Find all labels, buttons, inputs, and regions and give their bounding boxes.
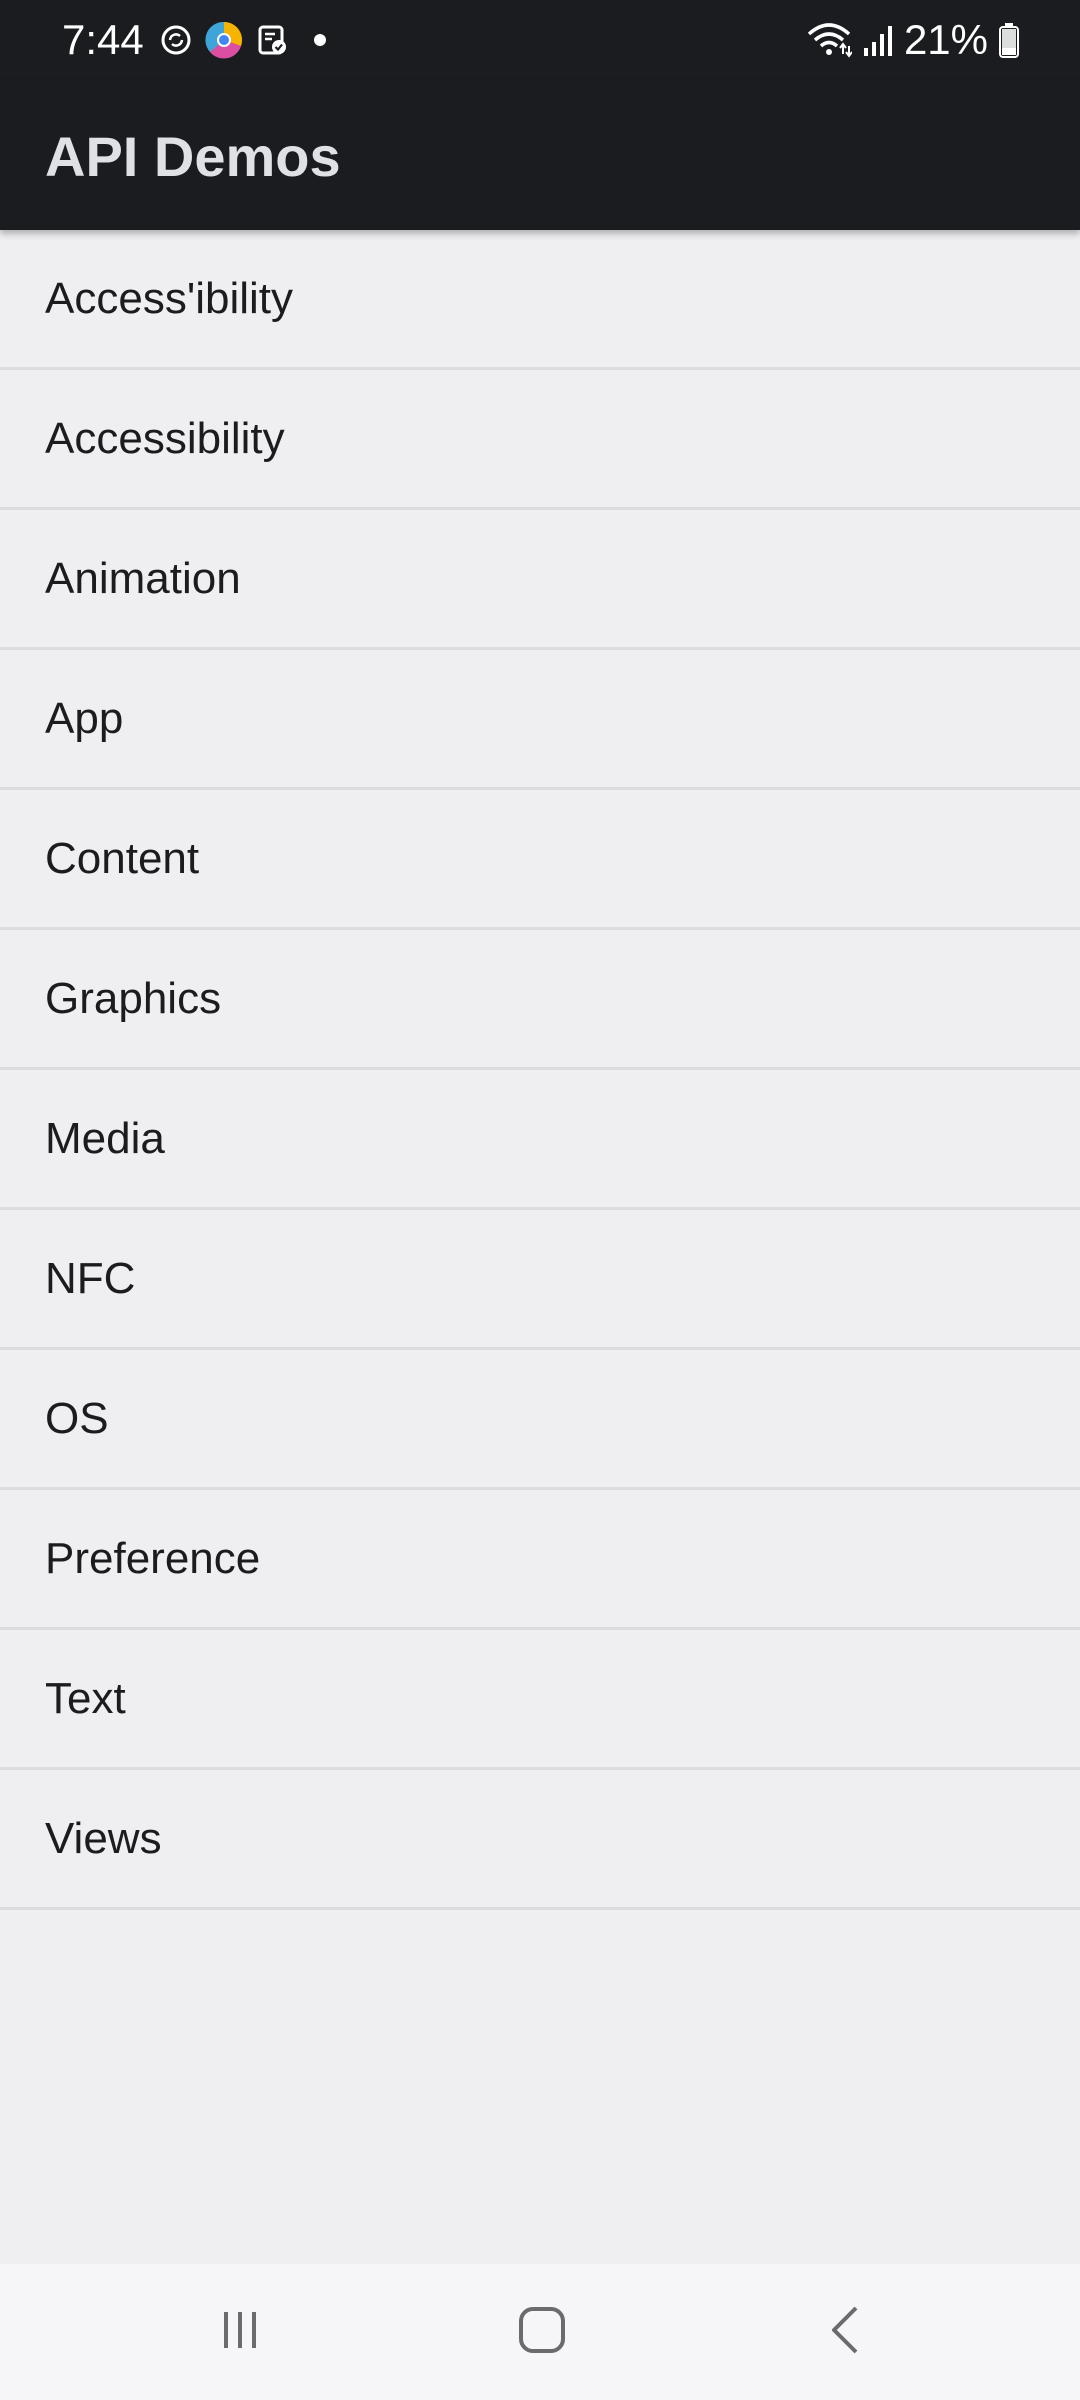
list-item-accessibility[interactable]: Accessibility [0,370,1080,510]
battery-icon [998,22,1020,58]
list-item-content[interactable]: Content [0,790,1080,930]
recents-icon [216,2306,264,2359]
back-icon [822,2304,870,2361]
system-status: 21% [806,12,1020,68]
status-time: 7:44 [62,16,144,63]
list-item-nfc[interactable]: NFC [0,1210,1080,1350]
notification-icons [156,18,340,62]
clipboard-check-icon [252,20,292,60]
demo-category-list: Access'ibility Accessibility Animation A… [0,230,1080,1910]
navigation-bar [0,2264,1080,2400]
chrome-icon [204,20,244,60]
list-item-accessibility-alt[interactable]: Access'ibility [0,230,1080,370]
sync-icon [156,20,196,60]
recents-button[interactable] [200,2302,280,2362]
list-item-media[interactable]: Media [0,1070,1080,1210]
signal-icon [862,22,894,58]
list-item-animation[interactable]: Animation [0,510,1080,650]
battery-percentage: 21% [903,16,988,63]
list-item-graphics[interactable]: Graphics [0,930,1080,1070]
list-item-os[interactable]: OS [0,1350,1080,1490]
list-item-preference[interactable]: Preference [0,1490,1080,1630]
home-icon [516,2304,568,2361]
list-item-views[interactable]: Views [0,1770,1080,1910]
app-title: API Demos [45,125,341,188]
back-button[interactable] [806,2302,886,2362]
list-item-app[interactable]: App [0,650,1080,790]
home-button[interactable] [502,2302,582,2362]
notification-dot-icon [300,20,340,60]
status-bar: 7:44 21% [0,0,1080,80]
list-item-text[interactable]: Text [0,1630,1080,1770]
app-bar: API Demos [0,80,1080,230]
wifi-icon [806,20,852,60]
